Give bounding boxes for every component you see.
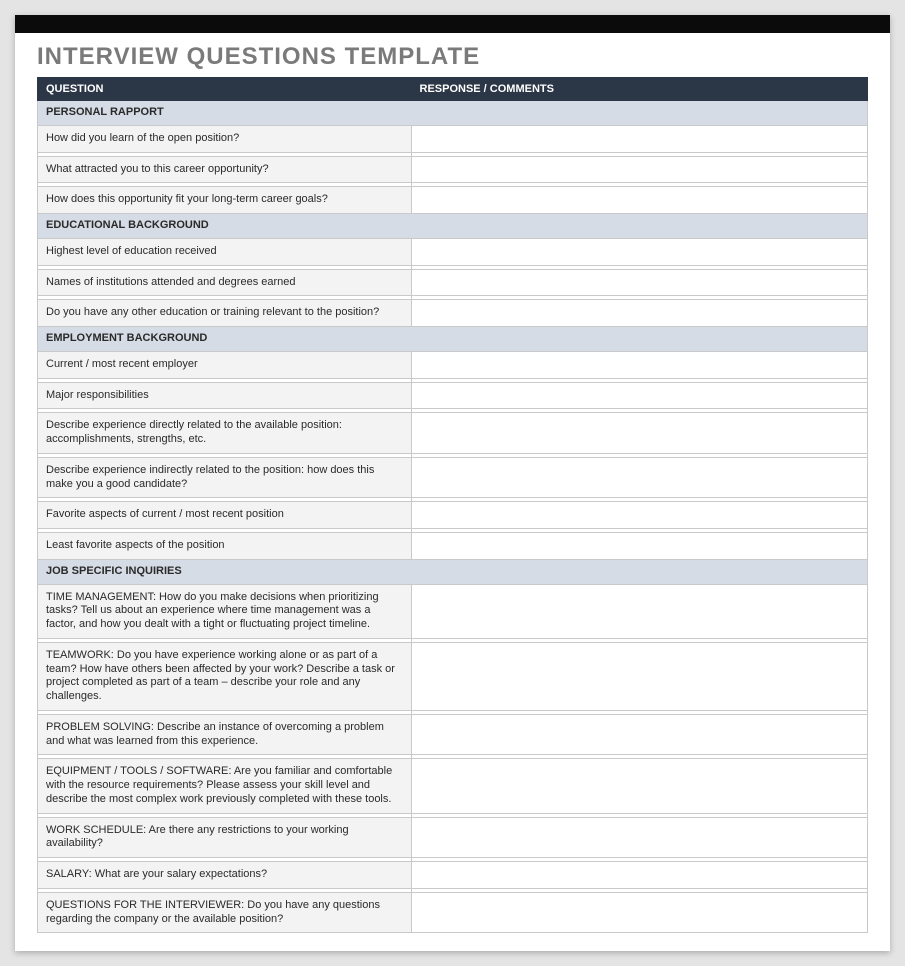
question-cell: PROBLEM SOLVING: Describe an instance of… <box>38 714 412 755</box>
question-row: Highest level of education received <box>38 238 868 265</box>
response-cell[interactable] <box>411 269 868 296</box>
response-cell[interactable] <box>411 457 868 498</box>
response-cell[interactable] <box>411 382 868 409</box>
question-cell: What attracted you to this career opport… <box>38 156 412 183</box>
question-cell: Current / most recent employer <box>38 351 412 378</box>
response-cell[interactable] <box>411 156 868 183</box>
response-cell[interactable] <box>411 584 868 638</box>
section-title: JOB SPECIFIC INQUIRIES <box>38 559 868 584</box>
question-cell: TIME MANAGEMENT: How do you make decisio… <box>38 584 412 638</box>
document-page: INTERVIEW QUESTIONS TEMPLATE QUESTION RE… <box>15 15 890 951</box>
question-cell: How did you learn of the open position? <box>38 125 412 152</box>
response-cell[interactable] <box>411 714 868 755</box>
question-cell: TEAMWORK: Do you have experience working… <box>38 642 412 710</box>
table-header-row: QUESTION RESPONSE / COMMENTS <box>38 78 868 101</box>
header-question: QUESTION <box>38 78 412 101</box>
question-row: TIME MANAGEMENT: How do you make decisio… <box>38 584 868 638</box>
response-cell[interactable] <box>411 125 868 152</box>
header-response: RESPONSE / COMMENTS <box>411 78 868 101</box>
response-cell[interactable] <box>411 892 868 933</box>
section-header: EMPLOYMENT BACKGROUND <box>38 327 868 352</box>
question-row: Current / most recent employer <box>38 351 868 378</box>
response-cell[interactable] <box>411 238 868 265</box>
question-cell: Describe experience indirectly related t… <box>38 457 412 498</box>
question-row: Major responsibilities <box>38 382 868 409</box>
question-cell: Names of institutions attended and degre… <box>38 269 412 296</box>
question-cell: Describe experience directly related to … <box>38 413 412 454</box>
question-row: PROBLEM SOLVING: Describe an instance of… <box>38 714 868 755</box>
response-cell[interactable] <box>411 413 868 454</box>
question-row: Least favorite aspects of the position <box>38 533 868 560</box>
question-cell: Do you have any other education or train… <box>38 300 412 327</box>
question-row: QUESTIONS FOR THE INTERVIEWER: Do you ha… <box>38 892 868 933</box>
section-title: PERSONAL RAPPORT <box>38 101 868 126</box>
response-cell[interactable] <box>411 300 868 327</box>
response-cell[interactable] <box>411 533 868 560</box>
question-row: Describe experience indirectly related t… <box>38 457 868 498</box>
page-title: INTERVIEW QUESTIONS TEMPLATE <box>37 43 868 71</box>
section-header: PERSONAL RAPPORT <box>38 101 868 126</box>
question-row: Names of institutions attended and degre… <box>38 269 868 296</box>
interview-table: QUESTION RESPONSE / COMMENTS PERSONAL RA… <box>37 77 868 933</box>
question-cell: How does this opportunity fit your long-… <box>38 187 412 214</box>
question-cell: WORK SCHEDULE: Are there any restriction… <box>38 817 412 858</box>
question-row: How did you learn of the open position? <box>38 125 868 152</box>
question-cell: QUESTIONS FOR THE INTERVIEWER: Do you ha… <box>38 892 412 933</box>
question-row: Do you have any other education or train… <box>38 300 868 327</box>
section-header: JOB SPECIFIC INQUIRIES <box>38 559 868 584</box>
question-cell: SALARY: What are your salary expectation… <box>38 862 412 889</box>
page-topbar <box>15 15 890 33</box>
question-row: What attracted you to this career opport… <box>38 156 868 183</box>
question-row: WORK SCHEDULE: Are there any restriction… <box>38 817 868 858</box>
question-cell: Least favorite aspects of the position <box>38 533 412 560</box>
question-row: TEAMWORK: Do you have experience working… <box>38 642 868 710</box>
response-cell[interactable] <box>411 502 868 529</box>
response-cell[interactable] <box>411 759 868 813</box>
question-cell: EQUIPMENT / TOOLS / SOFTWARE: Are you fa… <box>38 759 412 813</box>
section-title: EDUCATIONAL BACKGROUND <box>38 214 868 239</box>
question-row: EQUIPMENT / TOOLS / SOFTWARE: Are you fa… <box>38 759 868 813</box>
section-title: EMPLOYMENT BACKGROUND <box>38 327 868 352</box>
question-cell: Highest level of education received <box>38 238 412 265</box>
question-row: Favorite aspects of current / most recen… <box>38 502 868 529</box>
question-row: SALARY: What are your salary expectation… <box>38 862 868 889</box>
response-cell[interactable] <box>411 187 868 214</box>
section-header: EDUCATIONAL BACKGROUND <box>38 214 868 239</box>
question-cell: Major responsibilities <box>38 382 412 409</box>
question-row: Describe experience directly related to … <box>38 413 868 454</box>
response-cell[interactable] <box>411 862 868 889</box>
page-content: INTERVIEW QUESTIONS TEMPLATE QUESTION RE… <box>15 33 890 951</box>
question-cell: Favorite aspects of current / most recen… <box>38 502 412 529</box>
question-row: How does this opportunity fit your long-… <box>38 187 868 214</box>
response-cell[interactable] <box>411 351 868 378</box>
response-cell[interactable] <box>411 642 868 710</box>
response-cell[interactable] <box>411 817 868 858</box>
